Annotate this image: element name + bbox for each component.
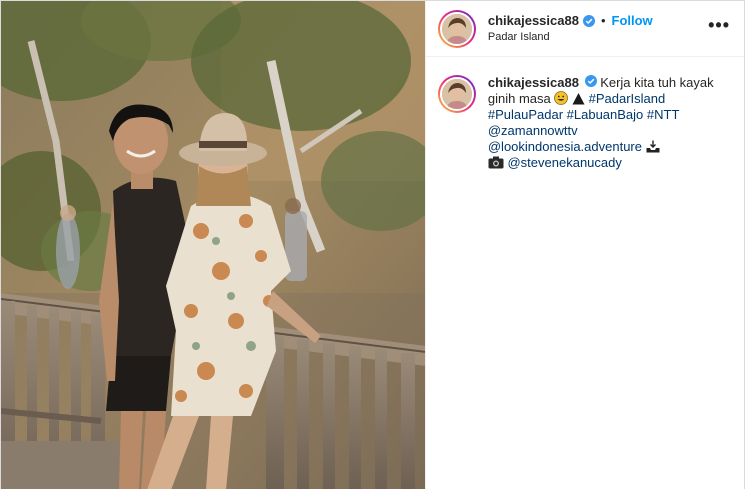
photo-illustration — [1, 1, 425, 489]
post-side-panel: chikajessica88 • Follow Padar Island ••• — [424, 1, 744, 489]
hashtag-link[interactable]: #NTT — [647, 107, 680, 122]
camera-icon — [488, 156, 504, 169]
grinning-face-icon — [554, 91, 569, 105]
caption-avatar-image — [439, 77, 474, 111]
hashtag-link[interactable]: #PadarIsland — [589, 91, 666, 106]
post-header: chikajessica88 • Follow Padar Island ••• — [425, 1, 744, 57]
caption-avatar[interactable] — [437, 75, 476, 113]
caption-area: chikajessica88 Kerja kita tuh kayak gini… — [426, 57, 744, 171]
avatar-image — [439, 11, 474, 46]
follow-button[interactable]: Follow — [612, 13, 653, 29]
hashtag-link[interactable]: #LabuanBajo — [567, 107, 644, 122]
instagram-post: chikajessica88 • Follow Padar Island ••• — [0, 0, 745, 489]
mention-link[interactable]: @zamannowttv — [488, 123, 578, 138]
location-link[interactable]: Padar Island — [488, 31, 708, 44]
verified-badge-icon — [582, 14, 595, 27]
header-username[interactable]: chikajessica88 — [488, 13, 579, 29]
avatar[interactable] — [437, 9, 476, 48]
header-separator: • — [600, 13, 606, 29]
post-caption: chikajessica88 Kerja kita tuh kayak gini… — [488, 75, 720, 171]
hashtag-link[interactable]: #PulauPadar — [488, 107, 563, 122]
mention-link[interactable]: @stevenekanucady — [507, 155, 621, 170]
caption-verified-badge-icon — [584, 75, 597, 87]
post-photo[interactable] — [1, 1, 425, 489]
mention-link[interactable]: @lookindonesia.adventure — [488, 139, 642, 154]
inbox-tray-icon — [646, 140, 660, 153]
mountain-icon — [572, 92, 585, 105]
caption-username[interactable]: chikajessica88 — [488, 75, 579, 90]
header-text: chikajessica88 • Follow Padar Island — [488, 13, 708, 44]
more-options-icon[interactable]: ••• — [708, 16, 730, 42]
